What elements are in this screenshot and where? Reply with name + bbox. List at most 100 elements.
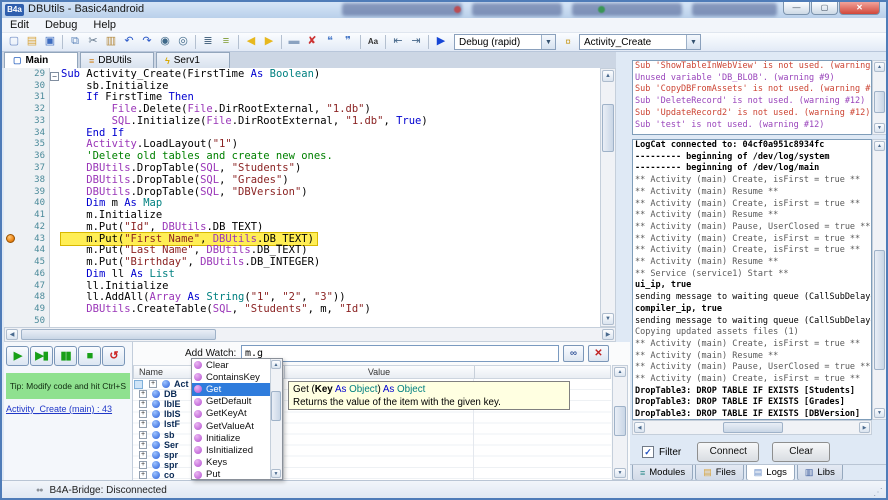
autocomplete-item[interactable]: GetValueAt [192,420,282,432]
paste-icon[interactable]: ▥ [103,34,119,50]
run-icon[interactable]: ▶ [433,34,449,50]
code-line[interactable]: 44 m.Put("Last Name", DBUtils.DB_TEXT) [4,244,600,256]
warnings-list[interactable]: Sub 'ShowTableInWebView' is not used. (w… [632,60,872,135]
expand-icon[interactable]: + [139,441,147,449]
code-line[interactable]: 38 DBUtils.DropTable(SQL, "Grades") [4,174,600,186]
autocomplete-item[interactable]: Put [192,469,282,481]
code-line[interactable]: 48 ll.AddAll(Array As String("1", "2", "… [4,292,600,304]
watch-tree-item[interactable]: +spr [133,450,178,460]
breakpoint-gutter[interactable] [4,174,18,186]
code-line[interactable]: 49 DBUtils.CreateTable(SQL, "Students", … [4,303,600,315]
editor-vertical-scrollbar[interactable]: ▲ ▼ [600,68,616,327]
autocomplete-item[interactable]: ContainsKey [192,371,282,383]
breakpoint-gutter[interactable] [4,221,18,233]
tab-logs[interactable]: ▤Logs [746,465,795,481]
tab-modules[interactable]: ≡Modules [632,465,693,481]
current-position-link[interactable]: Activity_Create (main) : 43 [6,404,112,414]
autocomplete-item[interactable]: Keys [192,457,282,469]
change-case-icon[interactable]: Aa [365,34,381,50]
autocomplete-item[interactable]: GetDefault [192,396,282,408]
scroll-down-icon[interactable]: ▼ [874,123,885,133]
breakpoint-gutter[interactable] [4,103,18,115]
code-line[interactable]: 32 File.Delete(File.DirRootExternal, "1.… [4,103,600,115]
menu-help[interactable]: Help [85,18,124,32]
code-line[interactable]: 50 [4,315,600,327]
indent-icon[interactable]: ⇥ [408,34,424,50]
code-line[interactable]: 46 Dim ll As List [4,268,600,280]
breakpoint-gutter[interactable] [4,127,18,139]
watch-tree-item[interactable]: +DB [133,389,177,399]
nav-forward-icon[interactable]: ▶ [261,34,277,50]
autocomplete-item[interactable]: Clear [192,359,282,371]
tab-main[interactable]: ▢Main [4,52,78,68]
comment-icon[interactable]: ❝ [322,34,338,50]
outdent-icon[interactable]: ⇤ [390,34,406,50]
clear-button[interactable]: Clear [772,442,830,462]
connect-button[interactable]: Connect [697,442,759,462]
column-header-value[interactable]: Value [284,367,474,377]
restart-button[interactable]: ↺ [102,346,125,366]
build-config-select[interactable]: Debug (rapid)▼ [454,34,556,50]
breakpoint-gutter[interactable] [4,186,18,198]
find-icon[interactable]: ◉ [157,34,173,50]
breakpoint-gutter[interactable] [4,162,18,174]
scrollbar-thumb[interactable] [874,91,885,113]
scroll-left-icon[interactable]: ◀ [634,422,645,433]
scroll-up-icon[interactable]: ▲ [874,62,885,72]
stop-button[interactable]: ■ [78,346,101,366]
autocomplete-item[interactable]: IsInitialized [192,444,282,456]
code-line[interactable]: 47 ll.Initialize [4,280,600,292]
expand-icon[interactable]: + [139,461,147,469]
watch-tree-item[interactable]: +sb [133,430,175,440]
redo-icon[interactable]: ↷ [139,34,155,50]
breakpoint-gutter[interactable] [4,268,18,280]
breakpoint-gutter[interactable] [4,139,18,151]
watch-tree-item[interactable]: +Ser [133,440,179,450]
tab-serv1[interactable]: ϟServ1 [156,52,230,68]
step-button[interactable]: ▶▮ [30,346,53,366]
watch-tree-item[interactable]: +lstF [133,419,180,429]
target-sub-select[interactable]: Activity_Create▼ [579,34,701,50]
close-button[interactable]: ✕ [839,2,880,15]
scroll-up-icon[interactable]: ▲ [602,70,614,82]
expand-icon[interactable]: + [139,420,147,428]
scroll-left-icon[interactable]: ◀ [6,329,18,340]
breakpoint-gutter[interactable] [4,233,18,245]
logcat-horizontal-scrollbar[interactable]: ◀ ▶ [632,420,872,435]
scroll-up-icon[interactable]: ▲ [874,141,885,151]
breakpoint-gutter[interactable] [4,197,18,209]
tab-files[interactable]: ▤Files [695,465,744,481]
breakpoint-gutter[interactable] [4,115,18,127]
glasses-icon[interactable]: ∞ [563,345,584,362]
maximize-button[interactable]: ▢ [811,2,838,15]
scroll-right-icon[interactable]: ▶ [602,329,614,340]
expand-icon[interactable]: + [139,410,147,418]
sort-members-icon[interactable]: ≡ [218,34,234,50]
resize-grip-icon[interactable]: ⋰ [873,487,883,498]
autocomplete-item[interactable]: Get [192,383,282,395]
scrollbar-thumb[interactable] [21,329,216,340]
warnings-scrollbar[interactable]: ▲ ▼ [872,60,887,135]
menu-edit[interactable]: Edit [2,18,37,32]
outline-icon[interactable]: ≣ [200,34,216,50]
scroll-down-icon[interactable]: ▼ [614,468,626,478]
save-icon[interactable]: ▣ [42,34,58,50]
scroll-down-icon[interactable]: ▼ [271,469,281,478]
code-line[interactable]: 39 DBUtils.DropTable(SQL, "DBVersion") [4,186,600,198]
expand-icon[interactable]: + [139,400,147,408]
breakpoint-gutter[interactable] [4,280,18,292]
breakpoint-gutter[interactable] [4,80,18,92]
logcat-scrollbar[interactable]: ▲ ▼ [872,139,887,420]
chevron-down-icon[interactable]: ▼ [686,35,700,49]
minimize-button[interactable]: — [783,2,810,15]
find-replace-icon[interactable]: ◎ [175,34,191,50]
new-file-icon[interactable]: ▢ [6,34,22,50]
title-bar[interactable]: B4a DBUtils - Basic4android —▢✕ [2,2,886,18]
breakpoint-gutter[interactable] [4,68,18,80]
breakpoint-gutter[interactable] [4,92,18,104]
breakpoint-gutter[interactable] [4,150,18,162]
scrollbar-thumb[interactable] [602,104,614,152]
code-line[interactable]: 37 DBUtils.DropTable(SQL, "Students") [4,162,600,174]
code-line[interactable]: 40 Dim m As Map [4,197,600,209]
remove-watch-button[interactable]: ✕ [588,345,609,362]
